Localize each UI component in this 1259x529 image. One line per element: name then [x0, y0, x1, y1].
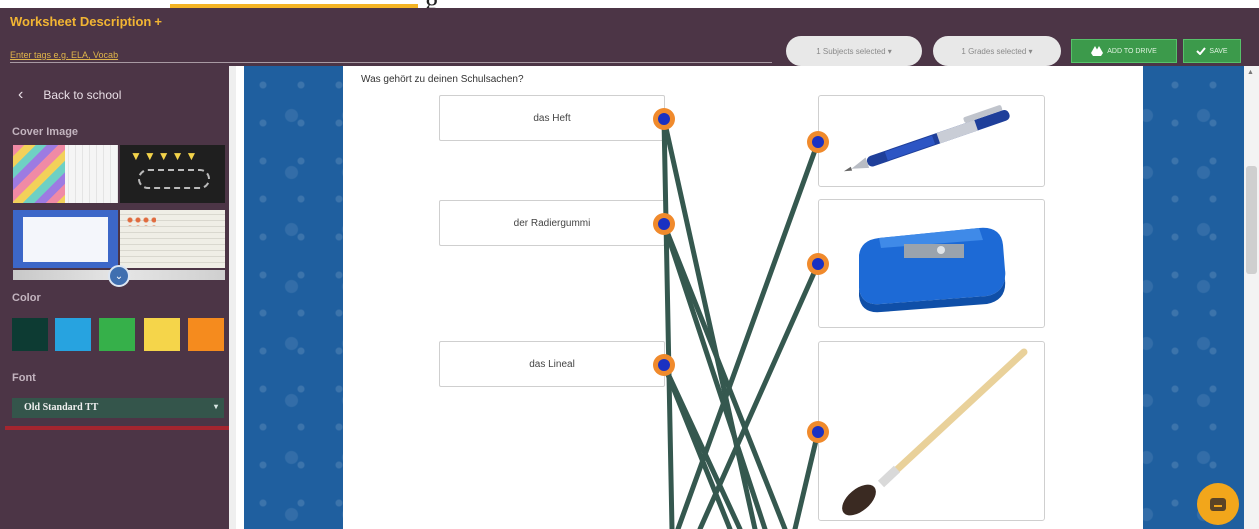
chat-icon [1210, 497, 1226, 511]
chat-support-button[interactable] [1197, 483, 1239, 525]
connection-lines [653, 108, 829, 529]
worksheet-editor: g Worksheet Description+ Enter tags e.g.… [0, 0, 1259, 529]
